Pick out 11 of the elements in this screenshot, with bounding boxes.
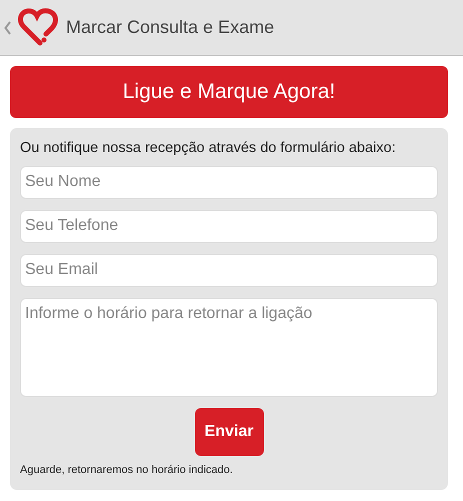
input-field[interactable]: Seu Nome <box>20 166 438 199</box>
heart-logo-icon <box>16 6 58 48</box>
form-instructions: Ou notifique nossa recepção através do formulário abaixo: <box>20 139 397 158</box>
call-now-button[interactable]: Ligue e Marque Agora! <box>10 66 448 118</box>
send-button[interactable]: Enviar <box>194 408 264 456</box>
back-icon[interactable] <box>4 20 12 34</box>
page-title: Marcar Consulta e Exame <box>66 16 274 39</box>
input-field[interactable]: Seu Email <box>20 254 438 287</box>
input-field[interactable]: Seu Telefone <box>20 210 438 243</box>
message-field[interactable]: Informe o horário para retornar a ligação <box>20 298 438 397</box>
confirmation-note: Aguarde, retornaremos no horário indicado. <box>20 462 234 478</box>
